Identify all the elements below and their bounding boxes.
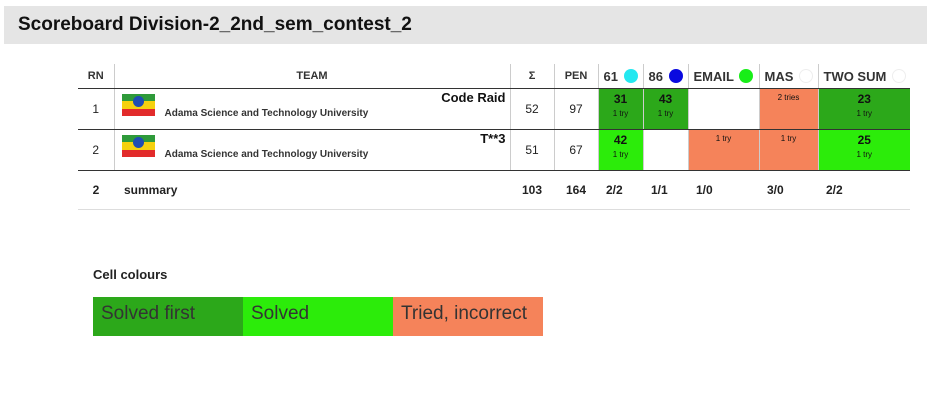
problem-label: 61 [603,68,618,84]
tries-count: 1 try [780,134,797,143]
summary-problem-stat: 1/0 [688,170,759,210]
problem-header-86[interactable]: 86 [642,64,688,89]
score-value: 42 [613,133,628,147]
legend-solved: Solved [243,297,393,336]
score-value: 23 [857,92,871,106]
balloon-icon [623,68,638,83]
summary-row: 2 summary 103 164 2/2 1/1 1/0 3/0 2/2 [78,170,910,210]
score-value: 31 [613,92,628,106]
tries-count: 1 try [715,134,732,143]
team-name[interactable]: T**3 [480,131,505,146]
tries-count: 1 try [657,109,674,118]
team-name[interactable]: Code Raid [441,90,505,105]
rank-cell: 1 [78,88,114,130]
tries-count: 1 try [612,109,629,118]
summary-problem-stat: 1/1 [643,170,688,210]
score-value: 25 [857,133,871,147]
team-row[interactable]: 2 T**3 Adama Science and Technology Univ… [78,129,910,171]
problem-header-mas[interactable]: MAS [758,64,818,89]
tries-count: 1 try [856,150,873,159]
header-row: RN TEAM Σ PEN 61 86 EMAIL MAS TWO SUM [78,64,910,89]
tries-count: 2 tries [777,93,800,102]
team-affiliation: Adama Science and Technology University [164,108,369,119]
problem-header-two-sum[interactable]: TWO SUM [817,64,910,89]
tries-count: 1 try [612,150,629,159]
problem-cell[interactable]: 25 1 try [817,129,910,171]
problem-cell[interactable]: 42 1 try [597,129,643,171]
balloon-icon [891,68,906,83]
problem-cell[interactable]: 1 try [758,129,818,171]
ethiopia-flag-icon [121,135,155,157]
problem-label: 86 [648,68,663,84]
team-affiliation: Adama Science and Technology University [164,149,369,160]
solved-cell: 51 [509,129,554,171]
legend-title: Cell colours [93,267,168,282]
problem-header-61[interactable]: 61 [597,64,643,89]
problem-cell[interactable] [687,88,759,130]
team-column-header: TEAM [113,64,510,89]
problem-label: MAS [764,68,794,84]
problem-header-email[interactable]: EMAIL [687,64,759,89]
problem-cell[interactable]: 1 try [687,129,759,171]
penalty-cell: 97 [553,88,598,130]
penalty-column-header[interactable]: PEN [553,64,598,89]
problem-cell[interactable]: 31 1 try [597,88,643,130]
problem-label: TWO SUM [823,68,887,84]
summary-solved: 103 [510,170,554,210]
rank-cell: 2 [78,129,114,171]
title-bar: Scoreboard Division-2_2nd_sem_contest_2 [4,6,927,44]
summary-penalty: 164 [554,170,598,210]
score-value: 43 [658,92,673,106]
balloon-icon [799,68,814,83]
scoreboard-table: RN TEAM Σ PEN 61 86 EMAIL MAS TWO SUM 1 [78,64,910,210]
penalty-cell: 67 [553,129,598,171]
tries-count: 1 try [856,109,873,118]
balloon-icon [739,68,754,83]
problem-cell[interactable]: 43 1 try [642,88,688,130]
ethiopia-flag-icon [121,94,155,116]
problem-cell[interactable] [642,129,688,171]
summary-problem-stat: 3/0 [759,170,818,210]
summary-problem-stat: 2/2 [818,170,910,210]
team-cell[interactable]: Code Raid Adama Science and Technology U… [113,88,510,130]
problem-cell[interactable]: 2 tries [758,88,818,130]
solved-cell: 52 [509,88,554,130]
team-cell[interactable]: T**3 Adama Science and Technology Univer… [113,129,510,171]
balloon-icon [668,68,683,83]
problem-cell[interactable]: 23 1 try [817,88,910,130]
problem-label: EMAIL [693,68,734,84]
summary-problem-stat: 2/2 [598,170,643,210]
legend-tried-incorrect: Tried, incorrect [393,297,543,336]
summary-count: 2 [78,170,114,210]
page-title: Scoreboard Division-2_2nd_sem_contest_2 [18,14,412,35]
team-row[interactable]: 1 Code Raid Adama Science and Technology… [78,88,910,130]
solved-column-header[interactable]: Σ [509,64,554,89]
rank-column-header: RN [78,64,114,89]
summary-label: summary [114,170,510,210]
legend-solved-first: Solved first [93,297,243,336]
cell-colour-legend: Solved first Solved Tried, incorrect [93,297,543,336]
